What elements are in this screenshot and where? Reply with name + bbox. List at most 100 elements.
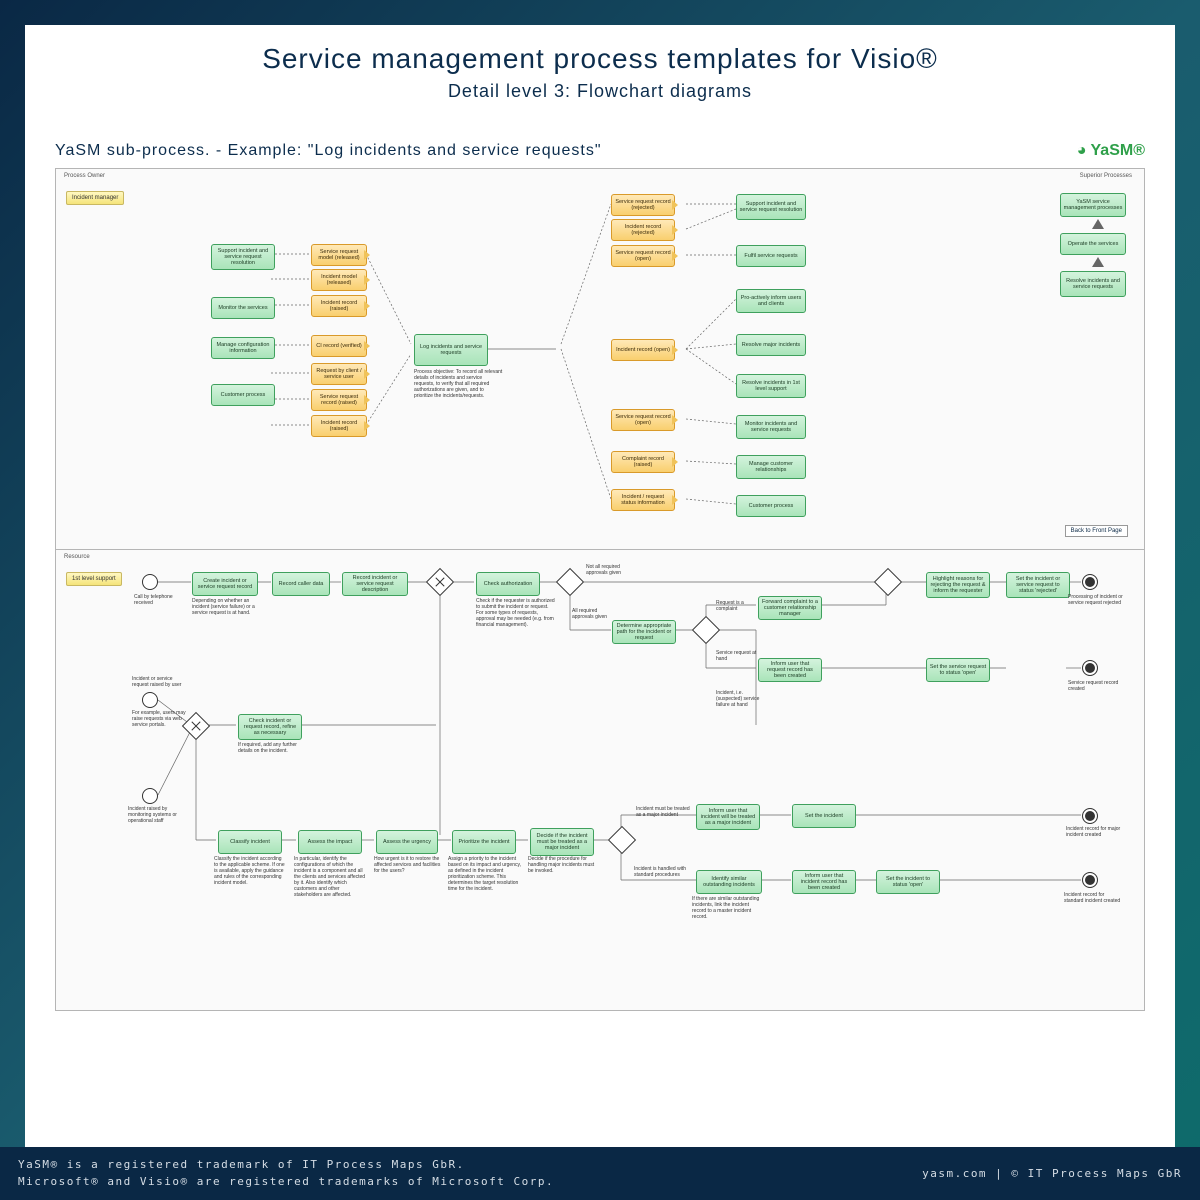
task-box: Set the incident or service request to s…: [1006, 572, 1070, 598]
output-process-box: Support incident and service request res…: [736, 194, 806, 220]
task-box: Identify similar outstanding incidents: [696, 870, 762, 894]
input-process-box: Manage configuration information: [211, 337, 275, 359]
output-process-box: Customer process: [736, 495, 806, 517]
event-note: Processing of incident or service reques…: [1068, 594, 1123, 606]
data-object-box: Incident record (raised): [311, 415, 367, 437]
connector-lines: [56, 169, 1144, 549]
data-object-box: Incident record (rejected): [611, 219, 675, 241]
task-box: Record caller data: [272, 572, 330, 596]
gateway-merge: [874, 568, 902, 596]
event-note: Incident record for standard incident cr…: [1064, 892, 1124, 904]
output-process-box: Monitor incidents and service requests: [736, 415, 806, 439]
page-subtitle: Detail level 3: Flowchart diagrams: [25, 81, 1175, 102]
task-box: Assess the urgency: [376, 830, 438, 854]
task-box: Inform user that incident will be treate…: [696, 804, 760, 830]
task-box: Decide if the incident must be treated a…: [530, 828, 594, 856]
footer-copyright: yasm.com | © IT Process Maps GbR: [922, 1167, 1182, 1180]
gateway-parallel: [426, 568, 454, 596]
subheader-row: YaSM sub-process. - Example: "Log incide…: [55, 142, 1145, 160]
task-note: How urgent is it to restore the affected…: [374, 856, 444, 874]
superior-label: Superior Processes: [1080, 173, 1132, 179]
task-box: Determine appropriate path for the incid…: [612, 620, 676, 644]
event-note: Incident or service request raised by us…: [132, 676, 187, 688]
start-event: [142, 788, 158, 804]
superior-process-box: Operate the services: [1060, 233, 1126, 255]
task-box: Set the service request to status 'open': [926, 658, 990, 682]
event-note: Incident raised by monitoring systems or…: [128, 806, 188, 824]
document-page: Service management process templates for…: [25, 25, 1175, 1175]
hierarchy-icon: [1092, 219, 1104, 229]
role-chip-support: 1st level support: [66, 572, 122, 586]
input-process-box: Monitor the services: [211, 297, 275, 319]
hierarchy-icon: [1092, 257, 1104, 267]
data-object-box: CI record (verified): [311, 335, 367, 357]
section-label: Process Owner: [64, 173, 105, 179]
task-note: In particular, identify the configuratio…: [294, 856, 368, 898]
output-process-box: Fulfil service requests: [736, 245, 806, 267]
task-note: If required, add any further details on …: [238, 742, 298, 754]
output-process-box: Resolve incidents in 1st level support: [736, 374, 806, 398]
panel-resource: Resource 1st level support Call by telep…: [55, 550, 1145, 1011]
back-to-front-button[interactable]: Back to Front Page: [1065, 525, 1128, 537]
gateway-decision: [692, 616, 720, 644]
task-box: Prioritize the incident: [452, 830, 516, 854]
end-event: [1082, 574, 1098, 590]
task-box: Highlight reasons for rejecting the requ…: [926, 572, 990, 598]
task-box: Record incident or service request descr…: [342, 572, 408, 596]
event-note: Incident record for major incident creat…: [1066, 826, 1124, 838]
event-note: Service request record created: [1068, 680, 1123, 692]
task-box: Inform user that incident record has bee…: [792, 870, 856, 894]
start-event: [142, 692, 158, 708]
diagram-subheading: YaSM sub-process. - Example: "Log incide…: [55, 142, 602, 160]
end-event: [1082, 660, 1098, 676]
gateway-decision: [608, 826, 636, 854]
superior-process-box: Resolve incidents and service requests: [1060, 271, 1126, 297]
gateway-label: Incident is handled with standard proced…: [634, 866, 692, 878]
gateway-label: All required approvals given: [572, 608, 612, 620]
data-object-box: Service request model (released): [311, 244, 367, 266]
data-object-box: Incident / request status information: [611, 489, 675, 511]
task-box: Create incident or service request recor…: [192, 572, 258, 596]
role-chip-incident-manager: Incident manager: [66, 191, 124, 205]
data-object-box: Service request record (open): [611, 245, 675, 267]
page-title: Service management process templates for…: [25, 43, 1175, 75]
start-event: [142, 574, 158, 590]
gateway-label: Not all required approvals given: [586, 564, 641, 576]
end-event: [1082, 872, 1098, 888]
gateway-label: Incident, i.e. (suspected) service failu…: [716, 690, 766, 708]
task-box: Set the incident to status 'open': [876, 870, 940, 894]
central-process-box: Log incidents and service requests: [414, 334, 488, 366]
output-process-box: Pro-actively inform users and clients: [736, 289, 806, 313]
data-object-box: Incident record (raised): [311, 295, 367, 317]
footer-trademark-text: YaSM® is a registered trademark of IT Pr…: [18, 1157, 554, 1190]
task-note: Check if the requester is authorized to …: [476, 598, 556, 628]
input-process-box: Customer process: [211, 384, 275, 406]
gateway-decision: [556, 568, 584, 596]
task-box: Set the incident: [792, 804, 856, 828]
end-event: [1082, 808, 1098, 824]
input-process-box: Support incident and service request res…: [211, 244, 275, 270]
yasm-logo: ◕ YaSM®: [1077, 142, 1145, 160]
panel-process-owner: Process Owner Incident manager Superior …: [55, 168, 1145, 550]
task-note: Decide if the procedure for handling maj…: [528, 856, 598, 874]
task-box: Classify incident: [218, 830, 282, 854]
gateway-label: Service request at hand: [716, 650, 758, 662]
process-objective-note: Process objective: To record all relevan…: [414, 369, 504, 399]
data-object-box: Incident record (open): [611, 339, 675, 361]
comment-note: For example, users may raise requests vi…: [132, 710, 187, 728]
data-object-box: Service request record (open): [611, 409, 675, 431]
task-box: Forward complaint to a customer relation…: [758, 596, 822, 620]
task-note: Depending on whether an incident (servic…: [192, 598, 257, 616]
task-note: Classify the incident according to the a…: [214, 856, 286, 886]
gateway-label: Request is a complaint: [716, 600, 758, 612]
superior-process-box: YaSM service management processes: [1060, 193, 1126, 217]
event-note: Call by telephone received: [134, 594, 184, 606]
task-box: Check incident or request record, refine…: [238, 714, 302, 740]
section-label: Resource: [64, 554, 90, 560]
data-object-box: Service request record (rejected): [611, 194, 675, 216]
task-note: Assign a priority to the incident based …: [448, 856, 524, 892]
data-object-box: Incident model (released): [311, 269, 367, 291]
task-note: If there are similar outstanding inciden…: [692, 896, 762, 920]
output-process-box: Resolve major incidents: [736, 334, 806, 356]
gateway-label: Incident must be treated as a major inci…: [636, 806, 691, 818]
